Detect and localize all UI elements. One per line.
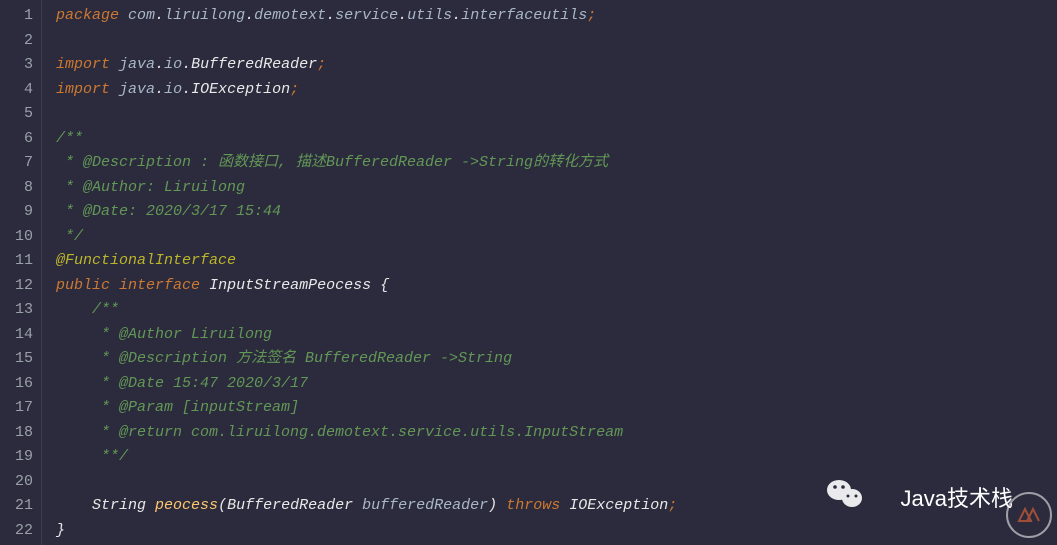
line-gutter: 1 2 3 4 5 6 7 8 9 10 11 12 13 14 15 16 1…	[0, 0, 42, 545]
code-line-17: * @Param [inputStream]	[56, 396, 1057, 421]
code-line-5	[56, 102, 1057, 127]
wechat-icon	[825, 475, 865, 515]
code-editor[interactable]: 1 2 3 4 5 6 7 8 9 10 11 12 13 14 15 16 1…	[0, 0, 1057, 545]
line-number: 4	[4, 78, 33, 103]
code-line-6: /**	[56, 127, 1057, 152]
line-number: 3	[4, 53, 33, 78]
code-line-13: /**	[56, 298, 1057, 323]
code-line-18: * @return com.liruilong.demotext.service…	[56, 421, 1057, 446]
code-line-15: * @Description 方法签名 BufferedReader ->Str…	[56, 347, 1057, 372]
code-line-16: * @Date 15:47 2020/3/17	[56, 372, 1057, 397]
code-line-22: }	[56, 519, 1057, 544]
line-number: 8	[4, 176, 33, 201]
code-line-2	[56, 29, 1057, 54]
line-number: 15	[4, 347, 33, 372]
line-number: 19	[4, 445, 33, 470]
line-number: 17	[4, 396, 33, 421]
line-number: 18	[4, 421, 33, 446]
line-number: 12	[4, 274, 33, 299]
code-line-14: * @Author Liruilong	[56, 323, 1057, 348]
line-number: 2	[4, 29, 33, 54]
code-line-7: * @Description : 函数接口, 描述BufferedReader …	[56, 151, 1057, 176]
line-number: 9	[4, 200, 33, 225]
code-line-3: import java.io.BufferedReader;	[56, 53, 1057, 78]
code-line-11: @FunctionalInterface	[56, 249, 1057, 274]
line-number: 10	[4, 225, 33, 250]
brand-logo-icon	[1005, 491, 1053, 539]
line-number: 6	[4, 127, 33, 152]
code-line-8: * @Author: Liruilong	[56, 176, 1057, 201]
line-number: 11	[4, 249, 33, 274]
code-line-19: **/	[56, 445, 1057, 470]
line-number: 21	[4, 494, 33, 519]
line-number: 5	[4, 102, 33, 127]
line-number: 14	[4, 323, 33, 348]
line-number: 16	[4, 372, 33, 397]
code-line-9: * @Date: 2020/3/17 15:44	[56, 200, 1057, 225]
watermark-label: Java技术栈	[901, 481, 1013, 513]
line-number: 22	[4, 519, 33, 544]
code-line-10: */	[56, 225, 1057, 250]
code-content[interactable]: package com.liruilong.demotext.service.u…	[42, 0, 1057, 545]
code-line-4: import java.io.IOException;	[56, 78, 1057, 103]
code-line-1: package com.liruilong.demotext.service.u…	[56, 4, 1057, 29]
code-line-12: public interface InputStreamPeocess {	[56, 274, 1057, 299]
line-number: 1	[4, 4, 33, 29]
line-number: 13	[4, 298, 33, 323]
line-number: 7	[4, 151, 33, 176]
line-number: 20	[4, 470, 33, 495]
